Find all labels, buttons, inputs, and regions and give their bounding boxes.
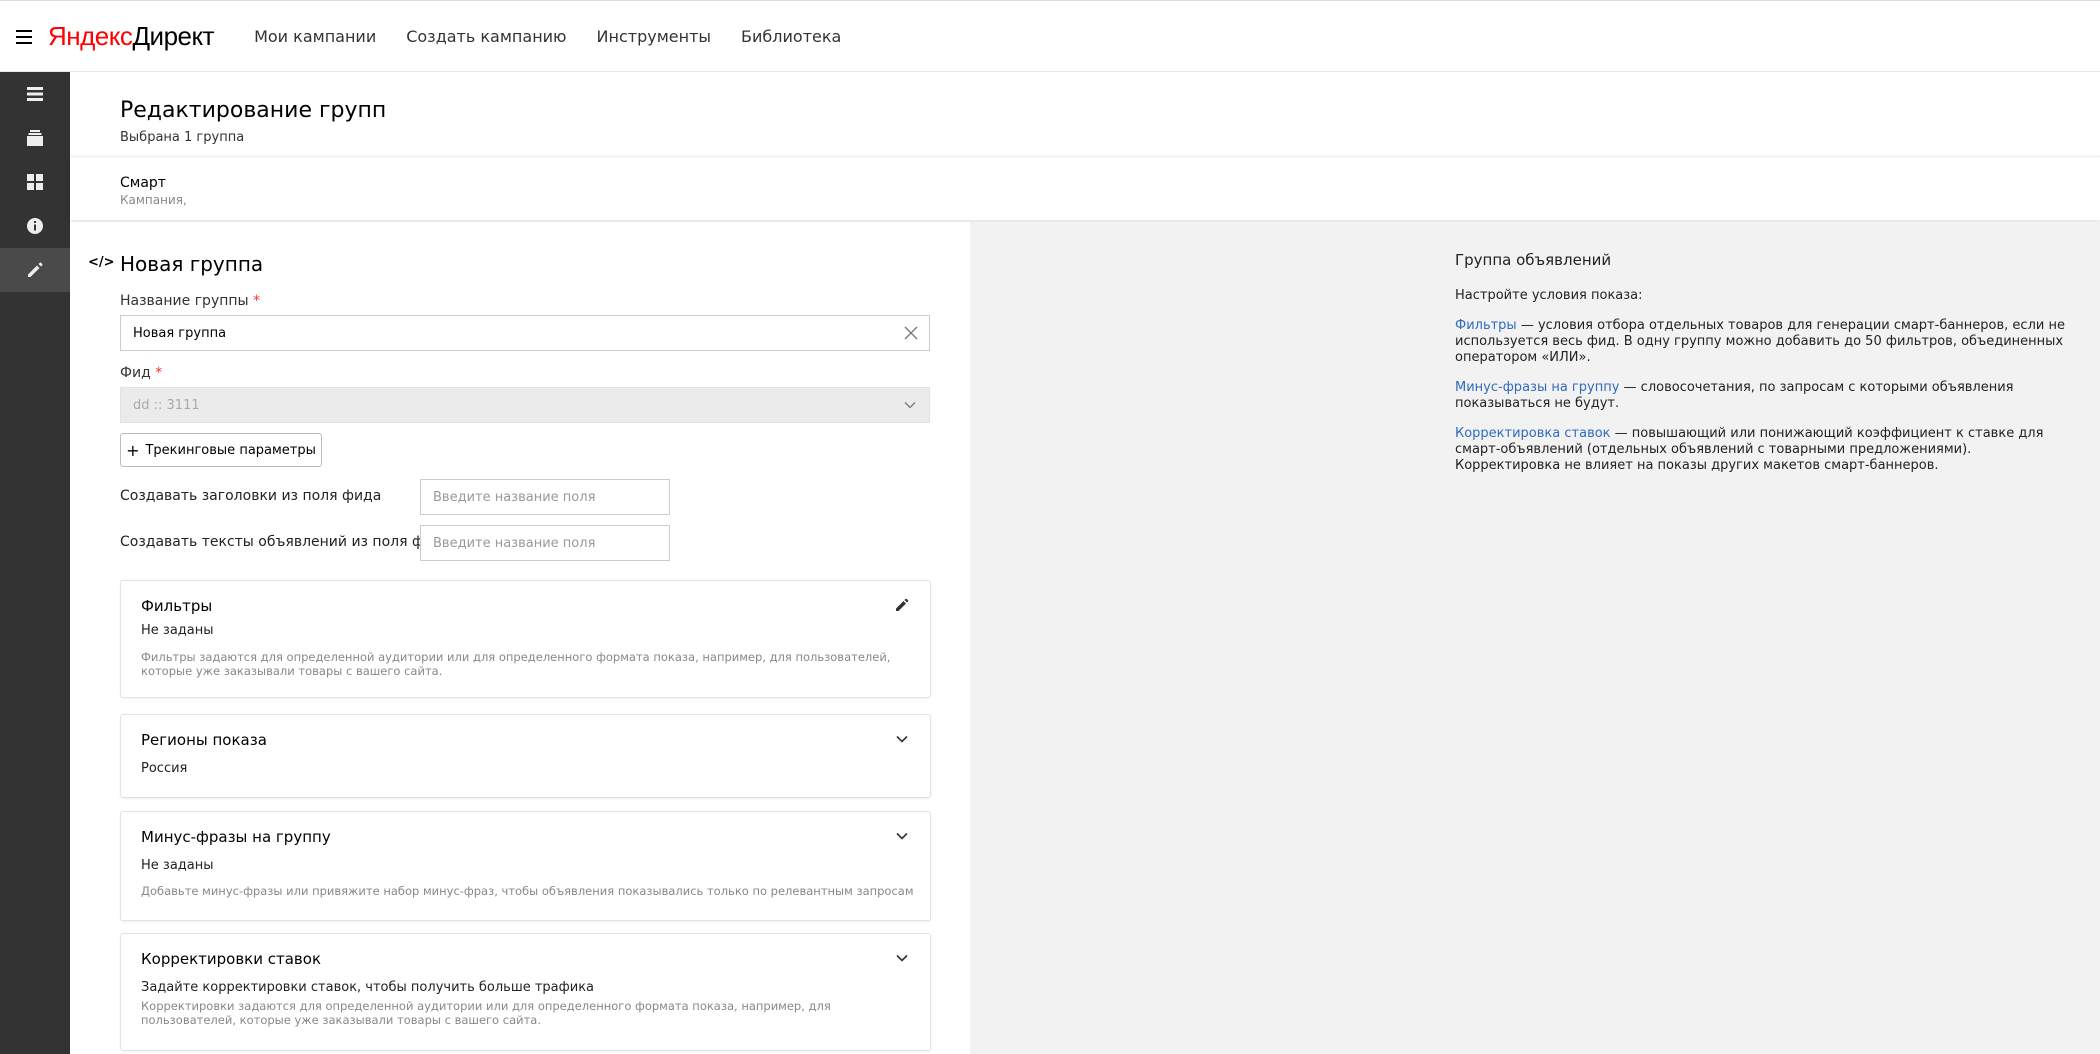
page-header: Редактирование групп Выбрана 1 группа <box>70 72 2100 156</box>
texts-field-input[interactable]: Введите название поля <box>420 525 670 561</box>
main-nav: Мои кампании Создать кампанию Инструмент… <box>254 27 871 46</box>
feed-select: dd :: 3111 <box>120 387 930 423</box>
required-mark: * <box>155 365 163 381</box>
sidebar-item-layers[interactable] <box>0 116 70 160</box>
filters-value: Не заданы <box>141 623 214 638</box>
campaign-name: Смарт <box>120 175 166 191</box>
texts-from-feed-label: Создавать тексты объявлений из поля фида <box>120 534 452 550</box>
bid-adjustments-description: Корректировки задаются для определенной … <box>141 999 831 1027</box>
group-title: Новая группа <box>120 252 264 276</box>
chevron-down-icon[interactable] <box>894 828 910 844</box>
feed-label: Фид * <box>120 365 162 381</box>
filters-title: Фильтры <box>141 597 213 615</box>
group-form: </> Новая группа Название группы * Новая… <box>70 222 970 1054</box>
sidebar <box>0 72 70 1054</box>
nav-create-campaign[interactable]: Создать кампанию <box>406 27 566 46</box>
group-name-label-text: Название группы <box>120 293 249 309</box>
group-name-value: Новая группа <box>133 325 227 341</box>
feed-value: dd :: 3111 <box>133 397 200 413</box>
regions-value: Россия <box>141 761 188 776</box>
logo-yandex: Яндекс <box>48 21 133 51</box>
pencil-icon[interactable] <box>894 597 910 613</box>
help-filters-text: — условия отбора отдельных товаров для г… <box>1455 318 2065 365</box>
logo-direct: Директ <box>132 21 215 51</box>
nav-tools[interactable]: Инструменты <box>597 27 712 46</box>
page-subtitle: Выбрана 1 группа <box>120 130 245 145</box>
sidebar-item-edit[interactable] <box>0 248 70 292</box>
help-bids: Корректировка ставок — повышающий или по… <box>1455 426 2075 474</box>
help-intro: Настройте условия показа: <box>1455 288 1643 303</box>
menu-icon[interactable] <box>16 28 36 44</box>
bid-adjustments-card[interactable]: Корректировки ставок Задайте корректиров… <box>120 933 931 1051</box>
bid-adjustments-title: Корректировки ставок <box>141 950 322 968</box>
tracking-params-button[interactable]: + Трекинговые параметры <box>120 433 322 467</box>
info-icon <box>27 218 43 234</box>
list-icon <box>27 87 43 101</box>
plus-icon: + <box>126 440 140 460</box>
headlines-field-input[interactable]: Введите название поля <box>420 479 670 515</box>
nav-library[interactable]: Библиотека <box>741 27 841 46</box>
campaign-label: Кампания, <box>120 193 187 207</box>
top-bar: ЯндексДирект Мои кампании Создать кампан… <box>0 0 2100 72</box>
layers-icon <box>27 130 43 146</box>
group-name-input[interactable]: Новая группа <box>120 315 930 351</box>
required-mark: * <box>253 293 261 309</box>
help-bids-link[interactable]: Корректировка ставок <box>1455 426 1611 441</box>
help-minus-link[interactable]: Минус-фразы на группу <box>1455 380 1619 395</box>
headlines-from-feed-label: Создавать заголовки из поля фида <box>120 488 382 504</box>
help-minus: Минус-фразы на группу — словосочетания, … <box>1455 380 2075 412</box>
texts-placeholder: Введите название поля <box>433 535 596 551</box>
help-title: Группа объявлений <box>1455 251 1612 269</box>
tracking-params-label: Трекинговые параметры <box>145 442 316 458</box>
chevron-down-icon[interactable] <box>894 731 910 747</box>
minus-phrases-value: Не заданы <box>141 858 214 873</box>
regions-title: Регионы показа <box>141 731 267 749</box>
chevron-down-icon[interactable] <box>894 950 910 966</box>
filters-card[interactable]: Фильтры Не заданы Фильтры задаются для о… <box>120 580 931 698</box>
logo[interactable]: ЯндексДирект <box>48 21 215 51</box>
feed-label-text: Фид <box>120 365 151 381</box>
help-filters: Фильтры — условия отбора отдельных товар… <box>1455 318 2075 366</box>
minus-phrases-title: Минус-фразы на группу <box>141 828 331 846</box>
minus-phrases-description: Добавьте минус-фразы или привяжите набор… <box>141 884 914 898</box>
bid-adjustments-value: Задайте корректировки ставок, чтобы полу… <box>141 980 595 995</box>
nav-my-campaigns[interactable]: Мои кампании <box>254 27 376 46</box>
chevron-down-icon <box>904 402 916 409</box>
filters-description: Фильтры задаются для определенной аудито… <box>141 650 891 678</box>
headlines-placeholder: Введите название поля <box>433 489 596 505</box>
group-name-label: Название группы * <box>120 293 260 309</box>
sidebar-item-grid[interactable] <box>0 160 70 204</box>
help-panel: Группа объявлений Настройте условия пока… <box>1455 252 2075 488</box>
sidebar-item-info[interactable] <box>0 204 70 248</box>
code-icon[interactable]: </> <box>88 255 115 270</box>
sidebar-item-list[interactable] <box>0 72 70 116</box>
grid-icon <box>27 174 43 190</box>
help-pane: Группа объявлений Настройте условия пока… <box>970 222 2100 1054</box>
minus-phrases-card[interactable]: Минус-фразы на группу Не заданы Добавьте… <box>120 811 931 921</box>
page-title: Редактирование групп <box>120 98 387 123</box>
regions-card[interactable]: Регионы показа Россия <box>120 714 931 798</box>
campaign-strip: Смарт Кампания, <box>70 156 2100 220</box>
pencil-icon <box>28 262 43 277</box>
help-filters-link[interactable]: Фильтры <box>1455 318 1517 333</box>
clear-icon[interactable] <box>903 325 919 341</box>
